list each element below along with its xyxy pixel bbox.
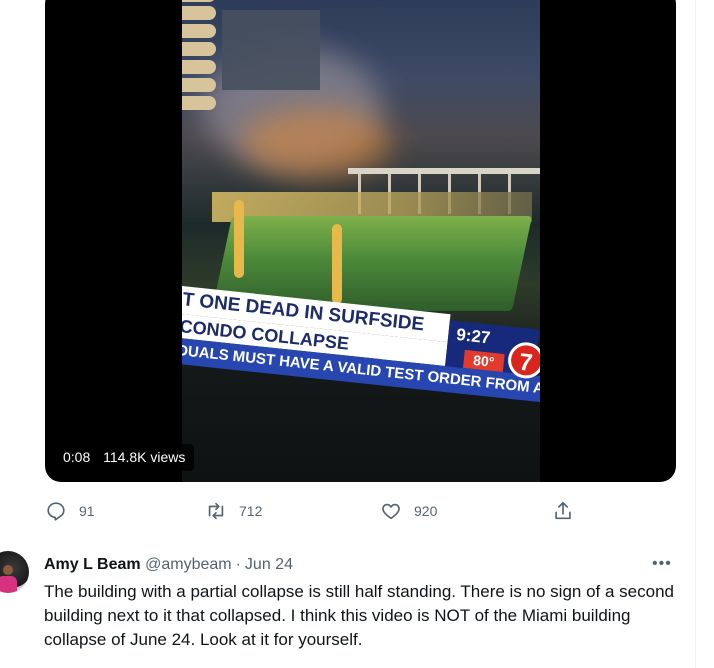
ticker-time: 9:27 bbox=[455, 325, 492, 348]
umbrella bbox=[332, 224, 342, 304]
reply-date[interactable]: Jun 24 bbox=[245, 556, 293, 573]
video-player[interactable]: T ONE DEAD IN SURFSIDE CONDO COLLAPSE DU… bbox=[45, 0, 676, 482]
umbrella bbox=[234, 200, 244, 278]
reply-count: 91 bbox=[79, 503, 95, 519]
reply-button[interactable]: 91 bbox=[45, 496, 95, 526]
like-button[interactable]: 920 bbox=[380, 496, 437, 526]
share-button[interactable] bbox=[552, 496, 574, 526]
video-frame[interactable]: T ONE DEAD IN SURFSIDE CONDO COLLAPSE DU… bbox=[182, 0, 540, 482]
more-options-icon[interactable]: ••• bbox=[652, 555, 672, 573]
avatar[interactable] bbox=[0, 551, 29, 593]
meta-separator: · bbox=[235, 556, 241, 573]
reply-icon bbox=[47, 502, 65, 521]
author-handle[interactable]: @amybeam bbox=[145, 556, 232, 573]
tower-building bbox=[222, 10, 320, 90]
author-name[interactable]: Amy L Beam bbox=[44, 556, 141, 573]
like-icon bbox=[382, 503, 400, 520]
avatar-face bbox=[3, 565, 13, 575]
video-duration: 0:08 bbox=[63, 449, 91, 465]
share-icon bbox=[555, 501, 571, 520]
reply-text: The building with a partial collapse is … bbox=[44, 582, 674, 649]
like-count: 920 bbox=[414, 503, 438, 519]
reply-header: Amy L Beam @amybeam · Jun 24 bbox=[44, 555, 293, 575]
video-views: 114.8K views bbox=[103, 449, 186, 465]
building-left bbox=[182, 0, 216, 118]
video-stats-badge: 0:08 114.8K views bbox=[54, 444, 195, 471]
timeline-divider bbox=[695, 0, 696, 668]
retweet-count: 712 bbox=[239, 503, 263, 519]
tweet-action-bar: 91 712 920 bbox=[0, 496, 714, 526]
retweet-icon bbox=[208, 502, 224, 520]
retweet-button[interactable]: 712 bbox=[205, 496, 262, 526]
news-ticker: T ONE DEAD IN SURFSIDE CONDO COLLAPSE DU… bbox=[182, 286, 540, 464]
avatar-dress bbox=[0, 576, 17, 593]
